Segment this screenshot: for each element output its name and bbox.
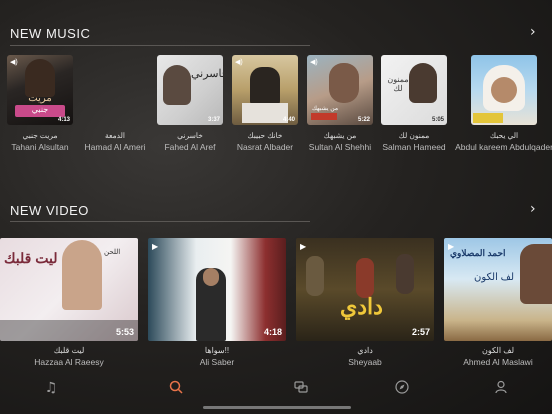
new-music-title: NEW MUSIC [10, 26, 91, 41]
video-title: سواها!! [204, 346, 230, 355]
duration: 5:05 [431, 117, 444, 123]
duration: 4:18 [263, 327, 282, 337]
speaker-icon: ◀) [235, 59, 243, 66]
music-cover: ◀) 4:40 [232, 55, 298, 125]
new-video-title: NEW VIDEO [10, 203, 89, 218]
duration: 3:37 [207, 117, 220, 123]
duration: 4:40 [282, 117, 295, 123]
video-thumbnail: احمد المصلاوي لف الكون ▶ [444, 238, 552, 341]
video-thumbnail: دادي ▶ 2:57 [296, 238, 434, 341]
music-artist: Abdul kareem Abdulqader [455, 142, 552, 152]
video-artist: Ahmed Al Maslawi [463, 357, 533, 367]
duration: 2:57 [411, 327, 430, 337]
chat-icon[interactable] [291, 380, 311, 400]
new-video-chevron-icon[interactable]: › [530, 201, 536, 217]
search-icon[interactable] [166, 380, 186, 400]
video-icon: ▶ [152, 242, 159, 251]
video-icon: ▶ [300, 242, 307, 251]
duration: 5:53 [115, 327, 134, 337]
new-music-chevron-icon[interactable]: › [530, 24, 536, 40]
video-title: دادي [357, 346, 373, 355]
compass-icon[interactable] [392, 380, 412, 400]
music-cover: ممنون لك 5:05 [381, 55, 447, 125]
music-cover: من يشبهك ◀) 5:22 [307, 55, 373, 125]
new-video-divider [10, 221, 310, 222]
home-indicator [203, 406, 351, 409]
profile-icon[interactable] [491, 380, 511, 400]
video-artist: Ali Saber [199, 357, 235, 367]
video-title: ليت قلبك [53, 346, 85, 355]
video-artist: Hazzaa Al Raeesy [34, 357, 104, 367]
new-music-divider [10, 45, 310, 46]
speaker-icon: ◀) [310, 59, 318, 66]
video-thumbnail: ليت قلبك اللحن 5:53 [0, 238, 138, 341]
music-note-icon[interactable]: ♫ [41, 380, 61, 400]
music-cover [471, 55, 537, 125]
video-artist: Sheyaab [348, 357, 382, 367]
speaker-icon: ◀) [10, 59, 18, 66]
video-thumbnail: ▶ 4:18 [148, 238, 286, 341]
duration: 4:13 [57, 117, 70, 123]
music-cover: مريت جنبي ◀) 4:13 [7, 55, 73, 125]
video-icon: ▶ [448, 242, 455, 251]
video-title: لف الكون [481, 346, 515, 355]
music-cover: خاسرني 3:37 [157, 55, 223, 125]
music-title: الي يحبك [489, 131, 519, 140]
duration: 5:22 [357, 117, 370, 123]
